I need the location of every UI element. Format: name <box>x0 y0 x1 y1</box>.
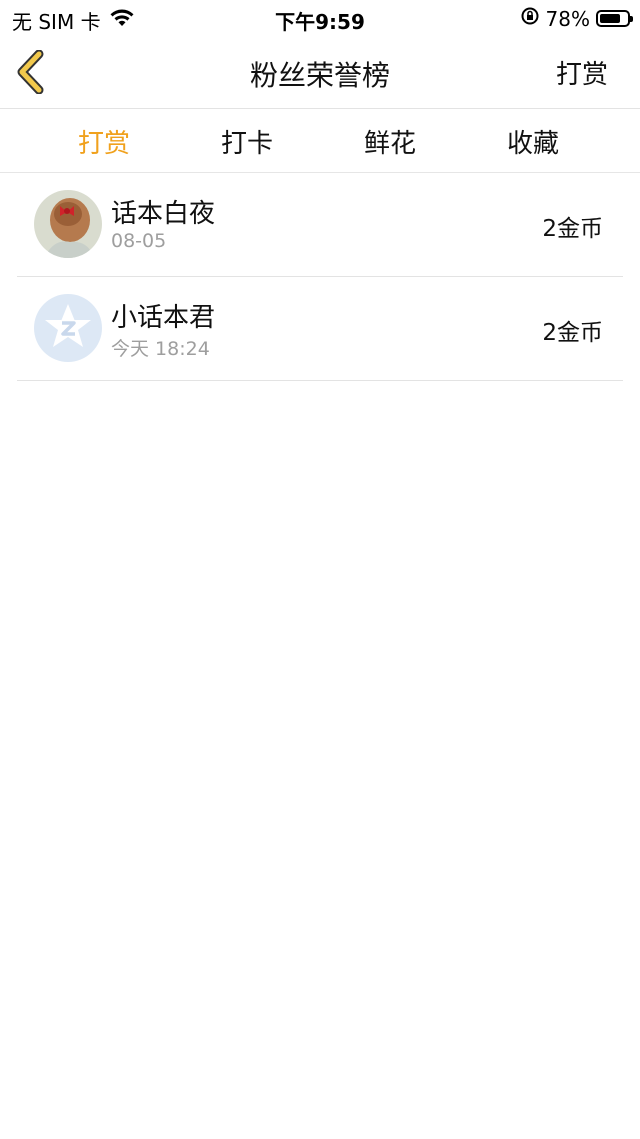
status-bar: 无 SIM 卡 下午9:59 78% <box>0 0 640 36</box>
nav-bar: 粉丝荣誉榜 打赏 <box>0 36 640 109</box>
fans-honor-page: 无 SIM 卡 下午9:59 78% 粉丝荣誉榜 打赏 打赏 打卡 鲜花 收藏 … <box>0 0 640 1139</box>
reward-amount: 2金币 <box>542 320 603 346</box>
battery-icon <box>596 10 633 27</box>
avatar <box>34 294 102 362</box>
user-name: 小话本君 <box>111 303 216 333</box>
orientation-lock-icon <box>520 6 540 31</box>
tab-checkin[interactable]: 打卡 <box>177 123 317 160</box>
tab-favorites[interactable]: 收藏 <box>463 123 603 160</box>
status-right: 78% <box>520 6 633 31</box>
reward-time: 08-05 <box>111 230 167 252</box>
page-title: 粉丝荣誉榜 <box>249 59 390 92</box>
list-item[interactable]: 小话本君 今天 18:24 2金币 <box>17 277 623 381</box>
avatar <box>34 190 102 258</box>
reward-amount: 2金币 <box>542 216 603 242</box>
reward-time: 今天 18:24 <box>111 338 210 360</box>
tab-flowers[interactable]: 鲜花 <box>320 123 460 160</box>
battery-percent: 78% <box>545 6 590 31</box>
tab-bar: 打赏 打卡 鲜花 收藏 <box>0 109 640 173</box>
user-name: 话本白夜 <box>111 199 216 229</box>
battery-fill <box>600 14 620 23</box>
ranking-list: 话本白夜 08-05 2金币 小话本君 今天 18:24 2金币 <box>0 173 640 381</box>
tab-reward[interactable]: 打赏 <box>34 123 174 160</box>
list-item[interactable]: 话本白夜 08-05 2金币 <box>17 173 623 277</box>
reward-button[interactable]: 打赏 <box>556 54 608 91</box>
